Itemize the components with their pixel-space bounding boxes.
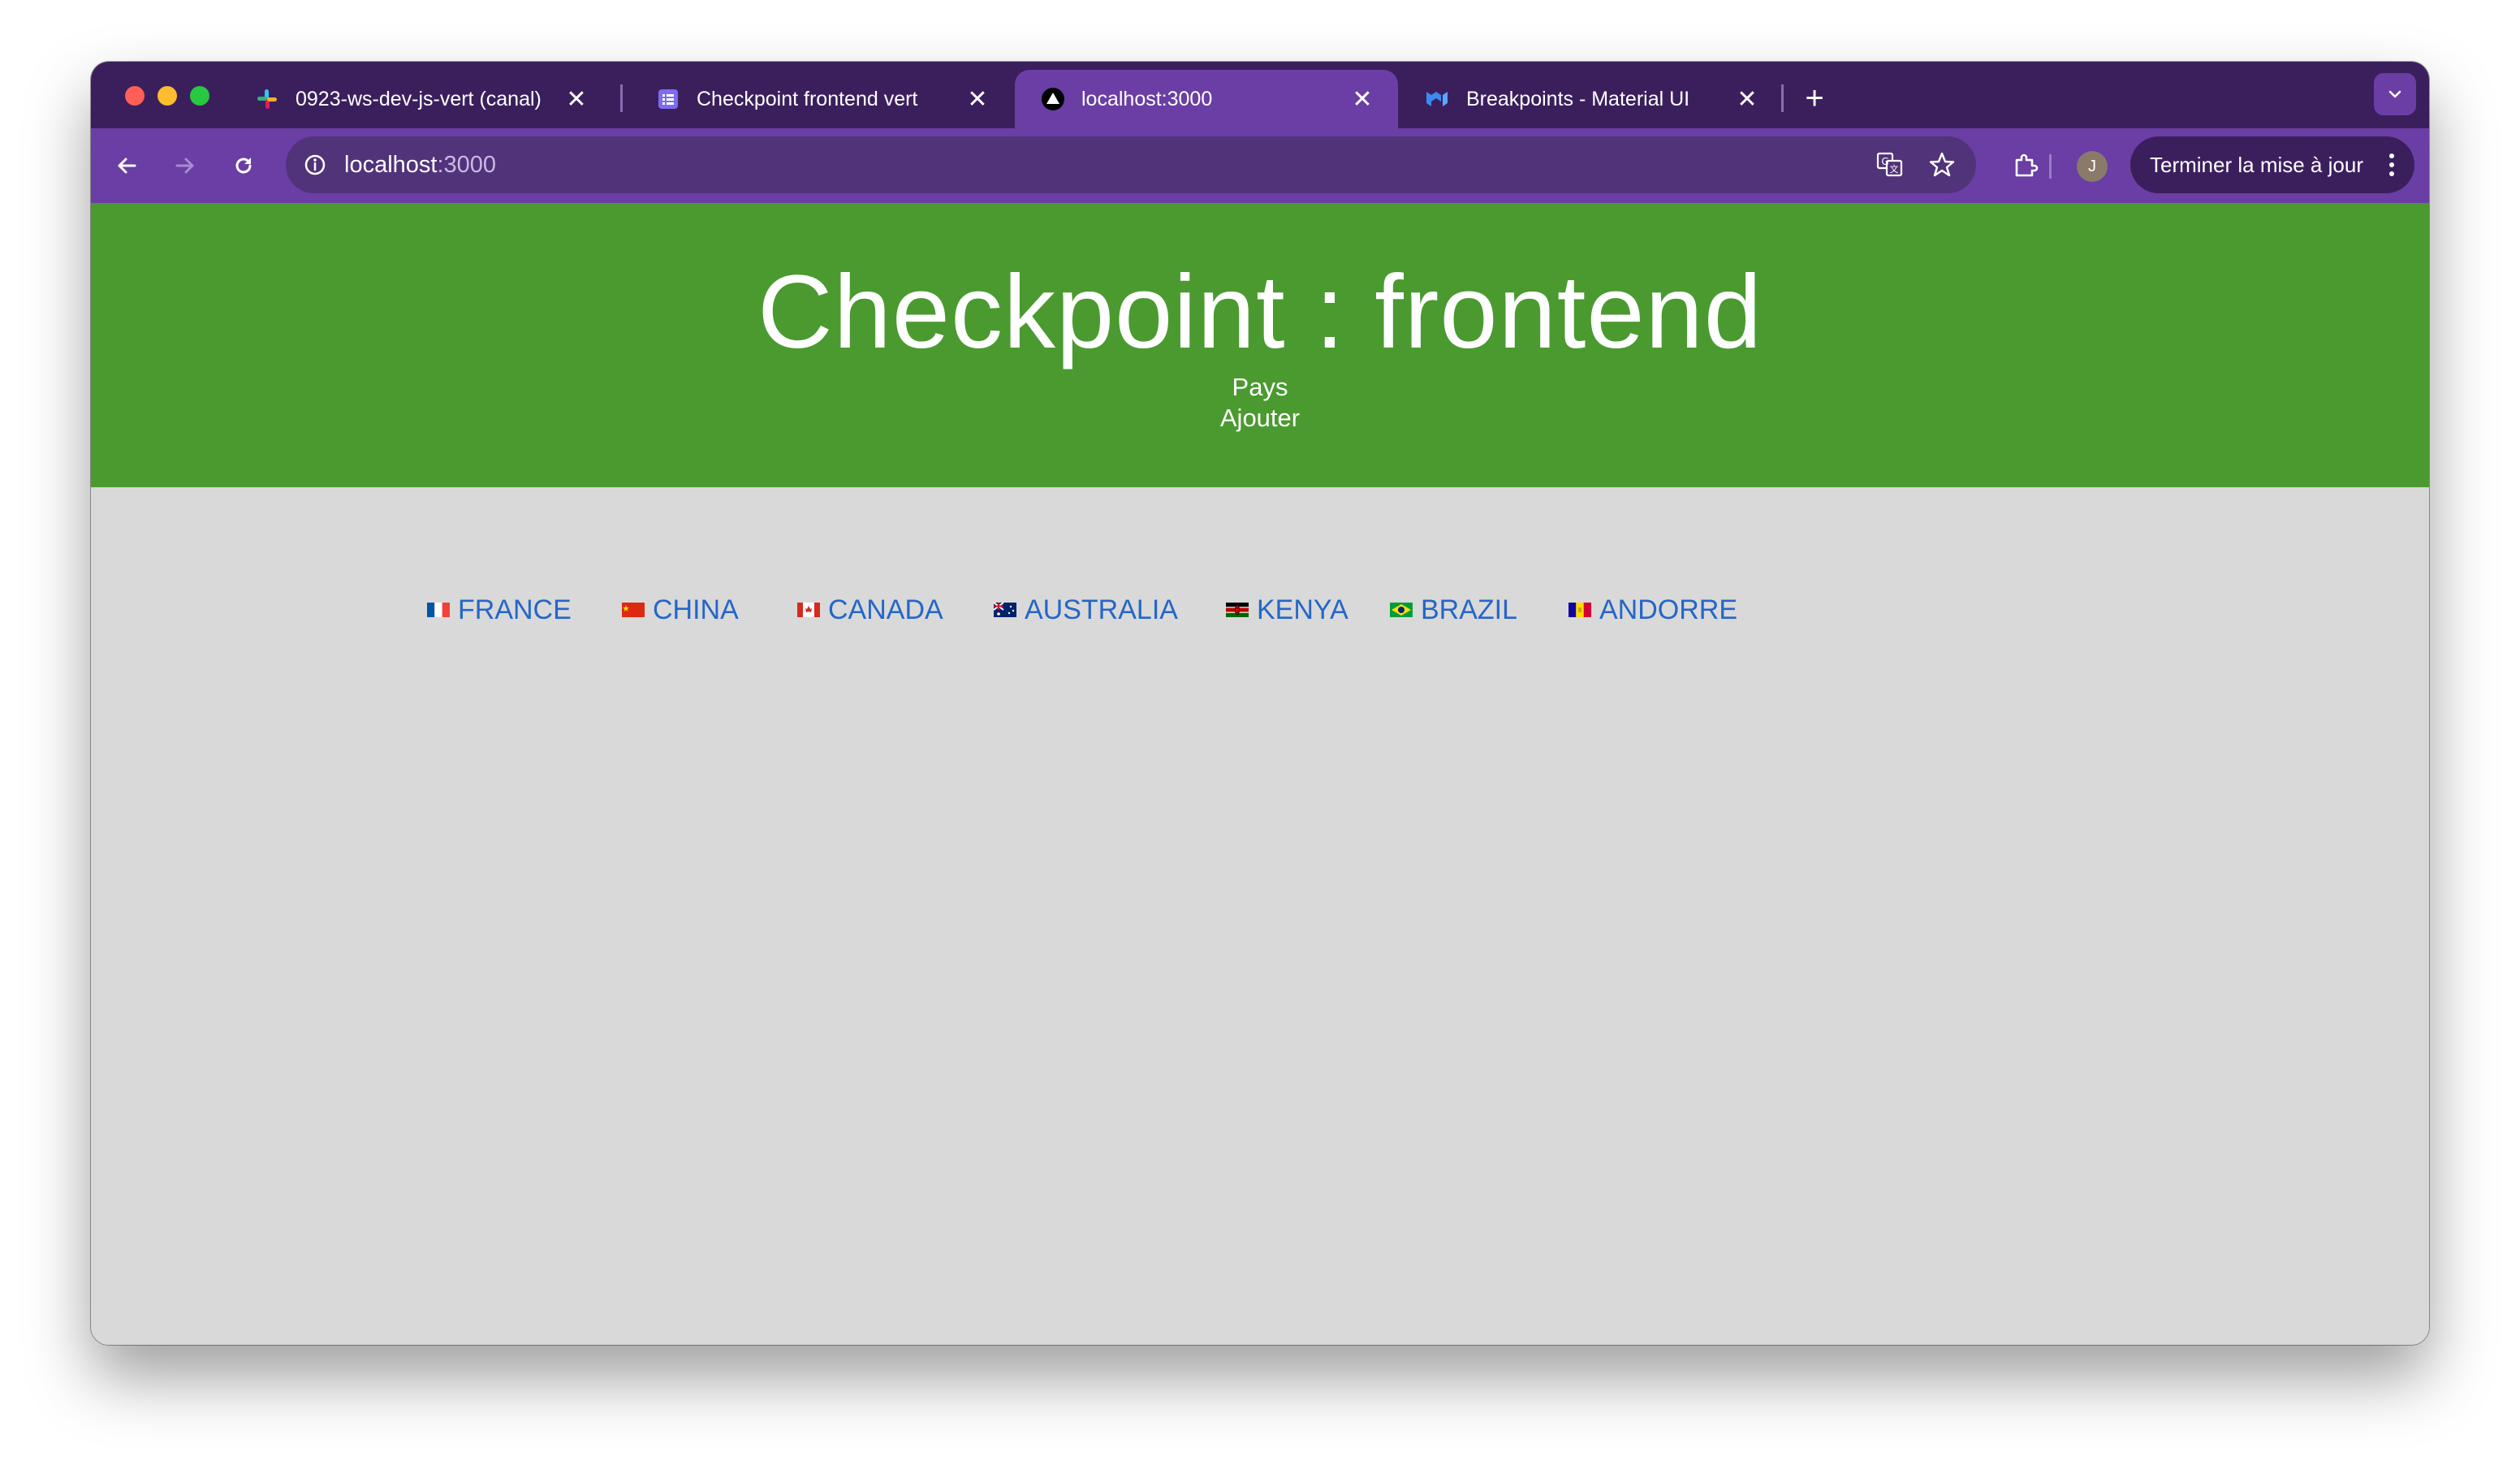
chevron-down-icon — [2388, 90, 2401, 98]
mui-logo-icon — [1426, 87, 1450, 111]
country-name: CANADA — [828, 594, 943, 625]
tab-title: Breakpoints - Material UI — [1466, 87, 1690, 110]
bookmark-star-icon[interactable] — [1926, 149, 1958, 181]
tab-title: Checkpoint frontend vert — [697, 87, 918, 110]
tab-search-button[interactable] — [2374, 73, 2416, 115]
flag-cn-icon — [622, 603, 645, 617]
reload-button[interactable] — [224, 146, 263, 185]
close-tab-icon[interactable]: ✕ — [1349, 85, 1375, 114]
toolbar-divider — [2049, 154, 2052, 179]
back-button[interactable] — [107, 146, 146, 185]
country-name: AUSTRALIA — [1025, 594, 1178, 625]
country-name: KENYA — [1257, 594, 1348, 625]
tab-checkpoint-doc[interactable]: Checkpoint frontend vert ✕ — [630, 70, 1013, 128]
maximize-window-button[interactable] — [190, 86, 209, 106]
country-link-brazil[interactable]: BRAZIL — [1390, 590, 1517, 630]
country-link-canada[interactable]: CANADA — [797, 590, 943, 630]
country-link-france[interactable]: FRANCE — [427, 590, 572, 630]
triangle-logo-icon — [1041, 87, 1065, 111]
close-tab-icon[interactable]: ✕ — [563, 85, 589, 114]
arrow-right-icon — [175, 158, 194, 174]
tab-localhost[interactable]: localhost:3000 ✕ — [1015, 70, 1398, 128]
extensions-puzzle-icon[interactable] — [2005, 146, 2044, 185]
tab-separator — [1781, 84, 1784, 112]
tab-material-ui[interactable]: Breakpoints - Material UI ✕ — [1400, 70, 1783, 128]
reload-icon — [235, 158, 252, 174]
address-bar[interactable]: localhost:3000 G 文 — [286, 136, 1976, 193]
profile-avatar[interactable]: J — [2077, 151, 2108, 182]
new-tab-button[interactable]: + — [1794, 78, 1835, 119]
flag-ca-icon — [797, 603, 820, 617]
update-label: Terminer la mise à jour — [2150, 152, 2363, 177]
country-name: FRANCE — [458, 594, 572, 625]
tab-strip: 0923-ws-dev-js-vert (canal) ✕ Checkpoint… — [91, 62, 2429, 128]
site-info-icon[interactable] — [300, 150, 330, 179]
country-list: FRANCE CHINA CANADA AUSTRALIA KENYA BRAZ… — [91, 203, 2429, 1345]
list-doc-icon — [656, 87, 680, 111]
close-tab-icon[interactable]: ✕ — [964, 85, 990, 114]
forward-button[interactable] — [166, 146, 205, 185]
url-text[interactable]: localhost:3000 — [344, 136, 496, 193]
flag-fr-icon — [427, 603, 450, 617]
minimize-window-button[interactable] — [158, 86, 177, 106]
arrow-left-icon — [118, 158, 136, 174]
tab-title: 0923-ws-dev-js-vert (canal) — [296, 87, 542, 110]
translate-icon[interactable]: G 文 — [1874, 149, 1906, 181]
close-tab-icon[interactable]: ✕ — [1734, 85, 1760, 114]
country-name: CHINA — [653, 594, 739, 625]
flag-ad-icon — [1569, 603, 1591, 617]
tab-slack[interactable]: 0923-ws-dev-js-vert (canal) ✕ — [229, 70, 612, 128]
slack-icon — [255, 87, 279, 111]
finish-update-button[interactable]: Terminer la mise à jour — [2130, 136, 2414, 193]
country-name: BRAZIL — [1421, 594, 1518, 625]
tab-separator — [620, 84, 623, 112]
country-link-andorre[interactable]: ANDORRE — [1569, 590, 1737, 630]
flag-br-icon — [1390, 603, 1413, 617]
country-link-china[interactable]: CHINA — [622, 590, 739, 630]
page-content: Checkpoint : frontend Pays Ajouter FRANC… — [91, 203, 2429, 1345]
flag-ke-icon — [1226, 603, 1249, 617]
country-link-australia[interactable]: AUSTRALIA — [994, 590, 1178, 630]
url-host: localhost — [344, 152, 438, 178]
svg-text:G: G — [1881, 156, 1888, 167]
browser-toolbar: localhost:3000 G 文 J Terminer la mise à … — [91, 128, 2429, 203]
tab-title: localhost:3000 — [1081, 87, 1213, 110]
url-port: :3000 — [437, 152, 497, 178]
kebab-menu-icon — [2384, 153, 2400, 176]
country-name: ANDORRE — [1599, 594, 1738, 625]
svg-text:文: 文 — [1890, 163, 1899, 175]
country-link-kenya[interactable]: KENYA — [1226, 590, 1348, 630]
browser-window: 0923-ws-dev-js-vert (canal) ✕ Checkpoint… — [91, 62, 2429, 1345]
close-window-button[interactable] — [125, 86, 145, 106]
flag-au-icon — [994, 603, 1016, 617]
